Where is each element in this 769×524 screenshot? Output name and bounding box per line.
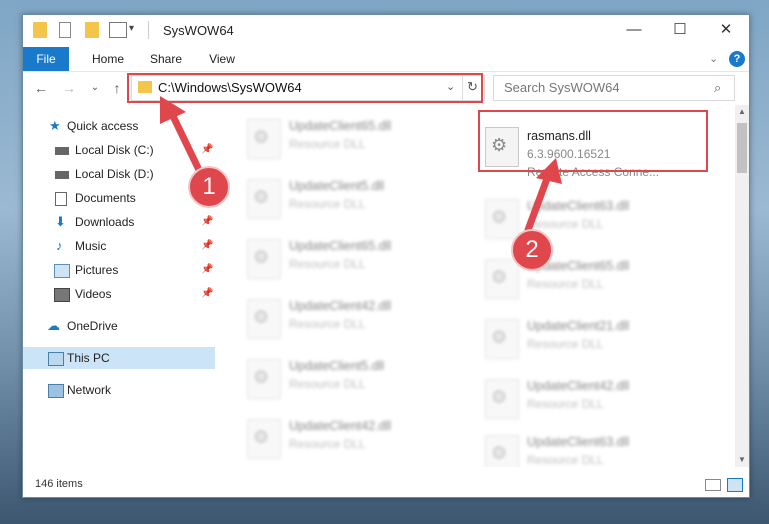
annotation-arrows: [160, 96, 562, 234]
arrow-1-line: [168, 110, 204, 176]
arrow-2-head: [536, 158, 562, 184]
arrow-2-line: [524, 172, 552, 234]
step-2-badge: 2: [511, 229, 553, 271]
step-1-badge: 1: [188, 166, 230, 208]
